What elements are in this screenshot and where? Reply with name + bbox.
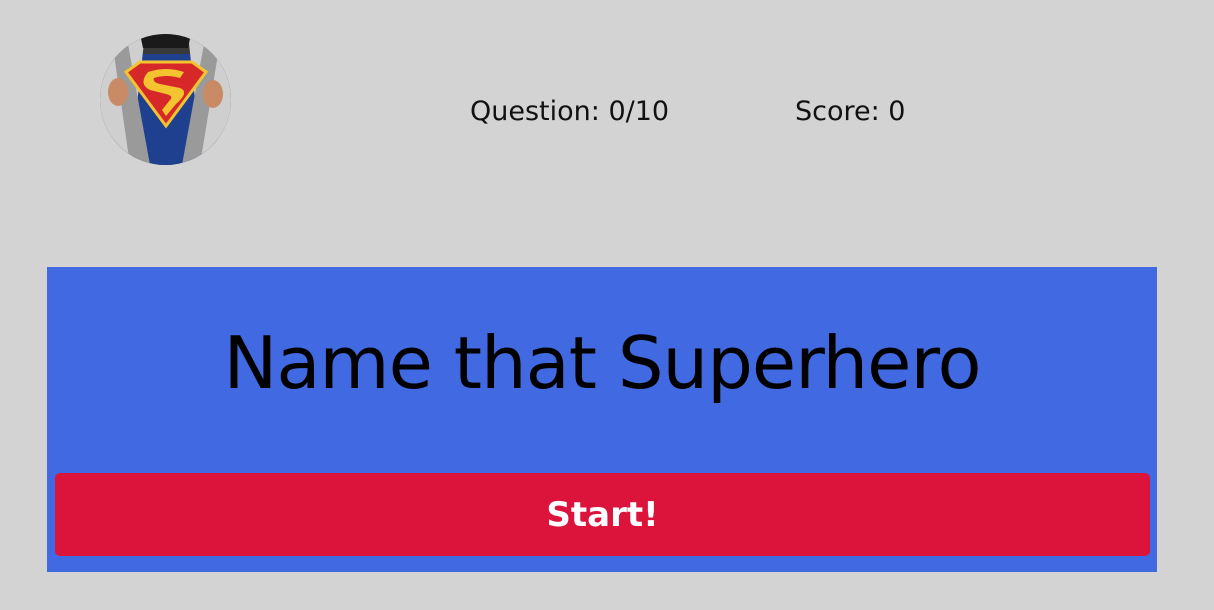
start-button[interactable]: Start! [55, 473, 1150, 556]
start-panel: Name that Superhero Start! [47, 267, 1157, 572]
superman-shield-icon [100, 34, 231, 165]
game-title: Name that Superhero [223, 321, 981, 405]
score-display: Score: 0 [795, 96, 906, 127]
superhero-logo [100, 34, 231, 165]
question-counter: Question: 0/10 [470, 96, 670, 127]
